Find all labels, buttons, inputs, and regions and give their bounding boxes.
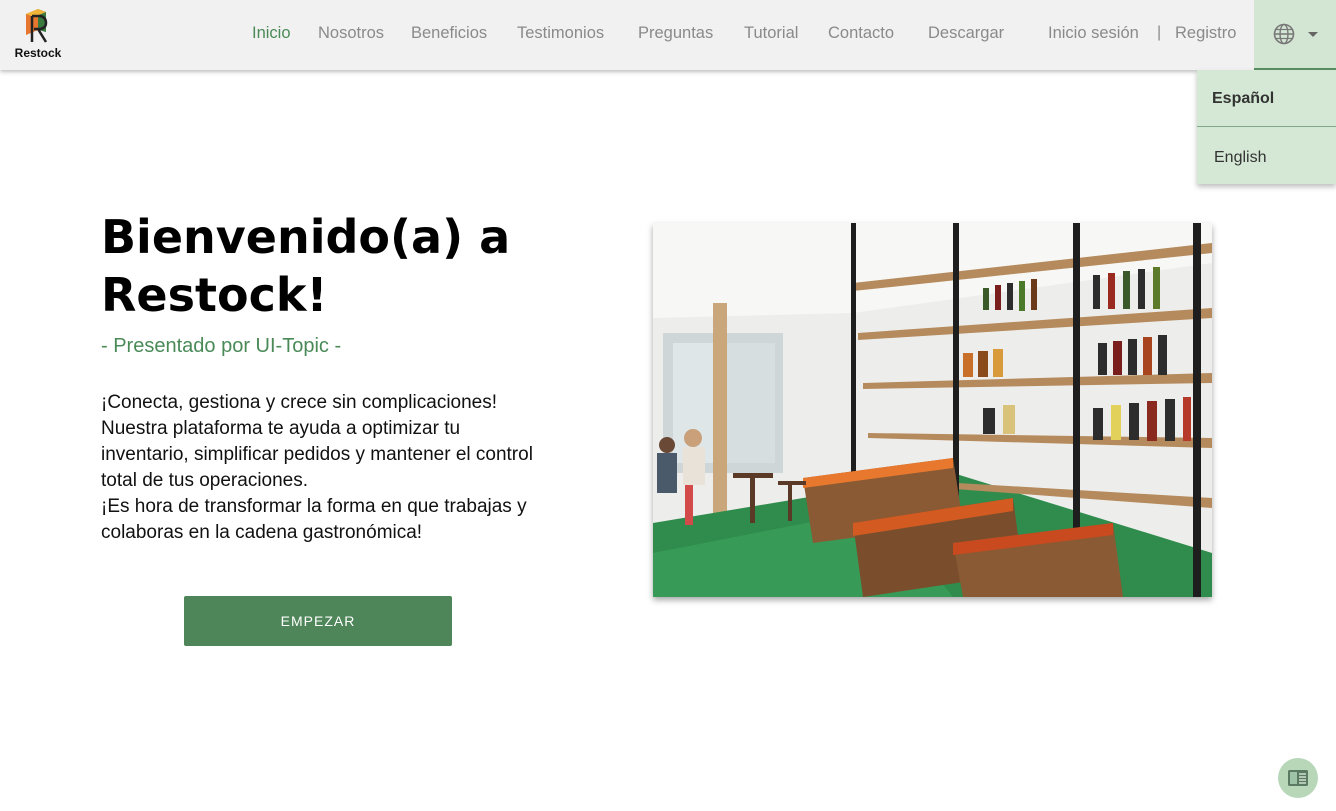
language-dropdown-menu: Español English	[1197, 70, 1336, 184]
description-line: colaboras en la cadena gastronómica!	[101, 522, 423, 543]
nav-inicio[interactable]: Inicio	[252, 24, 291, 43]
nav-tutorial[interactable]: Tutorial	[744, 24, 798, 43]
language-option-label: Español	[1212, 90, 1275, 107]
nav-descargar[interactable]: Descargar	[928, 24, 1004, 43]
hero-subtitle: - Presentado por UI-Topic -	[101, 335, 342, 357]
language-option-en[interactable]: English	[1197, 127, 1336, 184]
hero-description: ¡Conecta, gestiona y crece sin complicac…	[101, 390, 601, 546]
description-line: ¡Es hora de transformar la forma en que …	[101, 496, 527, 517]
restock-logo[interactable]: Restock	[12, 8, 66, 62]
hero-store-photo	[653, 223, 1212, 597]
globe-icon	[1273, 23, 1295, 45]
login-link[interactable]: Inicio sesión	[1048, 24, 1139, 43]
description-line: total de tus operaciones.	[101, 470, 309, 491]
start-button[interactable]: EMPEZAR	[184, 596, 452, 646]
nav-testimonios[interactable]: Testimonios	[517, 24, 604, 43]
nav-beneficios[interactable]: Beneficios	[411, 24, 487, 43]
language-option-es[interactable]: Español	[1197, 70, 1336, 127]
top-navbar: Restock Inicio Nosotros Beneficios Testi…	[0, 0, 1336, 70]
reader-mode-button[interactable]	[1278, 758, 1318, 798]
description-line: inventario, simplificar pedidos y manten…	[101, 444, 533, 465]
nav-contacto[interactable]: Contacto	[828, 24, 894, 43]
restock-logo-icon	[26, 9, 48, 43]
description-line: ¡Conecta, gestiona y crece sin complicac…	[101, 392, 498, 413]
nav-preguntas[interactable]: Preguntas	[638, 24, 713, 43]
description-line: Nuestra plataforma te ayuda a optimizar …	[101, 418, 461, 439]
language-option-label: English	[1214, 149, 1267, 166]
nav-nosotros[interactable]: Nosotros	[318, 24, 384, 43]
chevron-down-icon	[1308, 32, 1318, 37]
reader-mode-icon	[1288, 770, 1308, 786]
language-selector-button[interactable]	[1254, 0, 1336, 70]
nav-separator: |	[1157, 24, 1162, 41]
logo-text: Restock	[14, 46, 62, 60]
hero-title: Bienvenido(a) a Restock!	[101, 210, 511, 322]
register-link[interactable]: Registro	[1175, 24, 1236, 43]
